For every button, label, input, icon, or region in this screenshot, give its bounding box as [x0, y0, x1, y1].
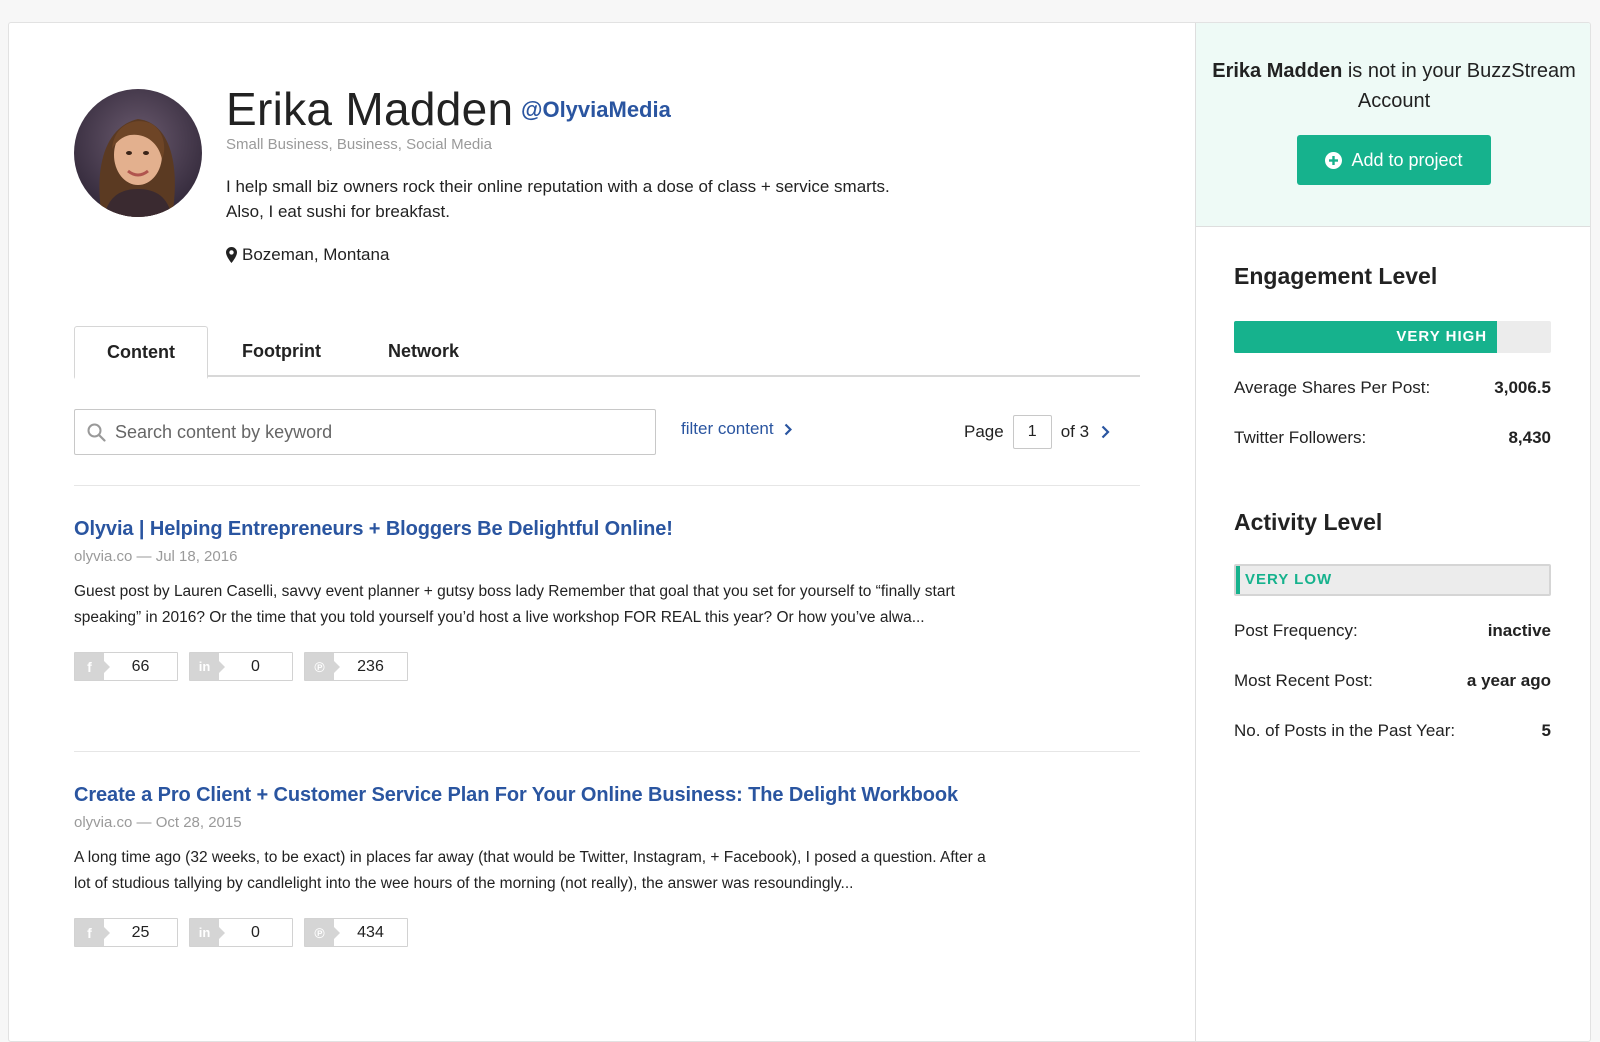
- content-item: Create a Pro Client + Customer Service P…: [74, 784, 1074, 947]
- share-count-value: 0: [251, 658, 260, 675]
- content-search: [74, 409, 656, 455]
- pinterest-share-count: ℗ 236: [304, 652, 408, 681]
- tab-network[interactable]: Network: [356, 326, 491, 377]
- post-title-link[interactable]: Create a Pro Client + Customer Service P…: [74, 784, 1074, 807]
- pinterest-icon: ℗: [305, 919, 340, 946]
- profile-sidebar: Erika Madden is not in your BuzzStream A…: [1195, 23, 1590, 1041]
- tab-footprint[interactable]: Footprint: [210, 326, 353, 377]
- stat-label: Post Frequency:: [1234, 621, 1358, 640]
- linkedin-share-count: in 0: [189, 918, 293, 947]
- stat-label: Twitter Followers:: [1234, 428, 1367, 447]
- linkedin-share-count: in 0: [189, 652, 293, 681]
- page-total: of 3: [1060, 422, 1090, 441]
- profile-tabs: Content Footprint Network: [74, 326, 1140, 379]
- divider: [74, 751, 1140, 752]
- share-counts: f 66 in 0 ℗ 236: [74, 652, 1074, 681]
- stat-value: inactive: [1487, 621, 1551, 640]
- stat-average-shares: Average Shares Per Post: 3,006.5: [1234, 378, 1551, 398]
- stat-value: a year ago: [1466, 671, 1551, 690]
- post-meta: olyvia.co — Oct 28, 2015: [74, 814, 242, 831]
- linkedin-icon: in: [190, 653, 225, 680]
- facebook-icon: f: [75, 919, 110, 946]
- profile-handle-link[interactable]: @OlyviaMedia: [521, 97, 671, 123]
- pagination: Page 1 of 3: [964, 415, 1110, 449]
- post-meta: olyvia.co — Jul 18, 2016: [74, 548, 238, 565]
- facebook-share-count: f 66: [74, 652, 178, 681]
- profile-categories: Small Business, Business, Social Media: [226, 136, 492, 153]
- pinterest-share-count: ℗ 434: [304, 918, 408, 947]
- divider: [74, 485, 1140, 486]
- linkedin-icon: in: [190, 919, 225, 946]
- search-input[interactable]: [115, 421, 635, 443]
- next-page-icon[interactable]: [1101, 425, 1110, 439]
- content-item: Olyvia | Helping Entrepreneurs + Blogger…: [74, 518, 1074, 681]
- plus-circle-icon: [1325, 151, 1343, 169]
- stat-value: 3,006.5: [1494, 378, 1551, 397]
- add-to-project-button[interactable]: Add to project: [1297, 135, 1491, 185]
- activity-level-label: VERY LOW: [1245, 571, 1333, 588]
- engagement-level-fill: VERY HIGH: [1234, 321, 1498, 353]
- stat-posts-past-year: No. of Posts in the Past Year: 5: [1234, 721, 1551, 741]
- facebook-icon: f: [75, 653, 110, 680]
- stat-label: No. of Posts in the Past Year:: [1234, 721, 1456, 740]
- tab-content[interactable]: Content: [74, 326, 208, 379]
- share-count-value: 66: [131, 658, 150, 675]
- location-label: Bozeman, Montana: [242, 245, 390, 264]
- activity-level-fill: [1236, 566, 1240, 594]
- stat-label: Most Recent Post:: [1234, 671, 1373, 690]
- stat-most-recent-post: Most Recent Post: a year ago: [1234, 671, 1551, 691]
- profile-panel: Erika Madden @OlyviaMedia Small Business…: [8, 22, 1591, 1042]
- activity-level-bar: VERY LOW: [1234, 564, 1551, 596]
- account-status-message: Erika Madden is not in your BuzzStream A…: [1196, 56, 1590, 116]
- share-count-value: 434: [357, 924, 384, 941]
- main-column: Erika Madden @OlyviaMedia Small Business…: [9, 23, 1195, 1041]
- filter-content-link[interactable]: filter content: [681, 419, 792, 439]
- pinterest-icon: ℗: [305, 653, 340, 680]
- chevron-right-icon: [784, 423, 792, 435]
- account-status-panel: Erika Madden is not in your BuzzStream A…: [1196, 23, 1590, 227]
- stat-label: Average Shares Per Post:: [1234, 378, 1431, 397]
- avatar: [74, 89, 202, 217]
- account-status-name: Erika Madden: [1212, 60, 1343, 82]
- stat-value: 5: [1541, 721, 1551, 740]
- stat-post-frequency: Post Frequency: inactive: [1234, 621, 1551, 641]
- post-excerpt: Guest post by Lauren Caselli, savvy even…: [74, 583, 955, 626]
- profile-location: Bozeman, Montana: [226, 245, 389, 265]
- facebook-share-count: f 25: [74, 918, 178, 947]
- add-to-project-label: Add to project: [1351, 149, 1463, 170]
- profile-name: Erika Madden: [226, 83, 514, 135]
- filter-content-label: filter content: [681, 419, 774, 438]
- engagement-level-title: Engagement Level: [1234, 263, 1438, 289]
- account-status-text: is not in your BuzzStream Account: [1342, 60, 1576, 112]
- profile-bio: I help small biz owners rock their onlin…: [226, 177, 890, 221]
- stat-value: 8,430: [1508, 428, 1551, 447]
- share-count-value: 0: [251, 924, 260, 941]
- engagement-level-bar: VERY HIGH: [1234, 321, 1551, 353]
- page-label: Page: [964, 422, 1004, 441]
- post-title-link[interactable]: Olyvia | Helping Entrepreneurs + Blogger…: [74, 518, 1074, 541]
- map-marker-icon: [226, 247, 237, 263]
- share-counts: f 25 in 0 ℗ 434: [74, 918, 1074, 947]
- activity-level-title: Activity Level: [1234, 509, 1383, 535]
- post-excerpt: A long time ago (32 weeks, to be exact) …: [74, 849, 986, 892]
- page-number-input[interactable]: 1: [1012, 415, 1052, 449]
- stat-twitter-followers: Twitter Followers: 8,430: [1234, 428, 1551, 448]
- share-count-value: 236: [357, 658, 384, 675]
- share-count-value: 25: [131, 924, 150, 941]
- search-icon: [87, 423, 106, 442]
